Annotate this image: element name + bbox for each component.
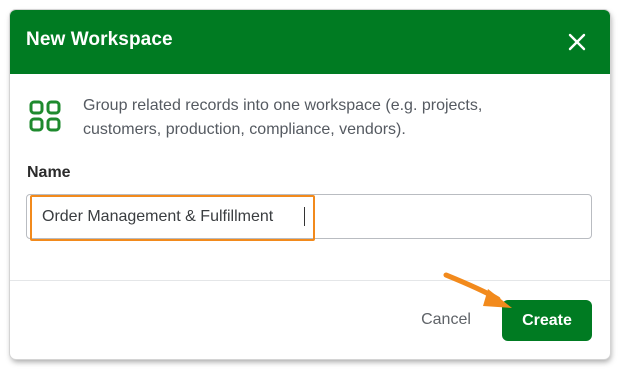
- cancel-button[interactable]: Cancel: [402, 302, 490, 338]
- grid-icon: [29, 100, 61, 132]
- dialog-header: New Workspace: [10, 10, 610, 74]
- workspace-description: Group related records into one workspace…: [83, 97, 483, 138]
- new-workspace-dialog: New Workspace Group related records into…: [10, 10, 610, 359]
- name-label: Name: [27, 164, 71, 181]
- text-caret: [304, 207, 305, 226]
- close-icon[interactable]: [565, 30, 589, 54]
- create-button[interactable]: Create: [502, 300, 592, 341]
- footer-divider: [10, 280, 610, 281]
- dialog-title: New Workspace: [26, 29, 173, 50]
- name-input[interactable]: [26, 194, 592, 239]
